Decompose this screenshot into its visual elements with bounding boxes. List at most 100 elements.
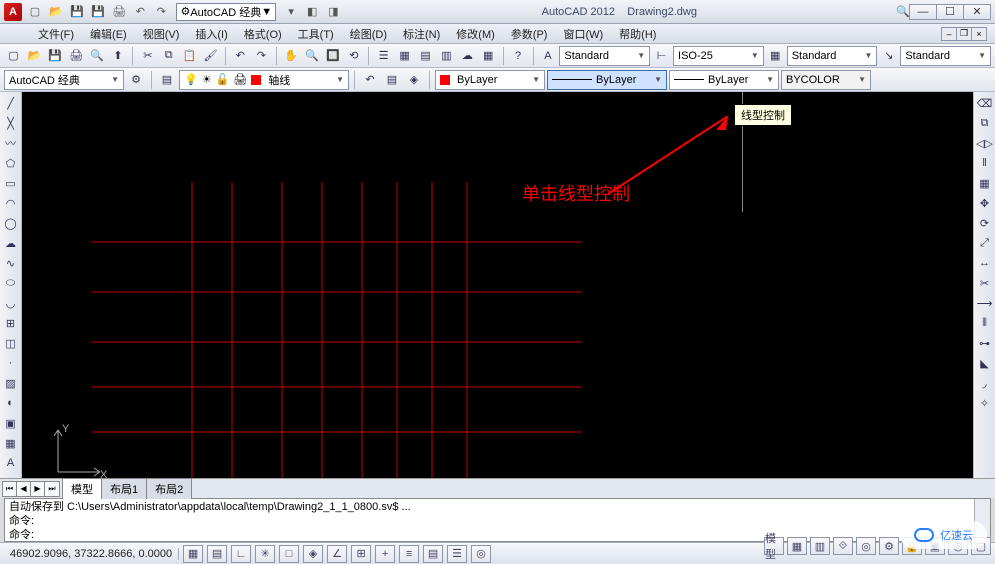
preview-icon[interactable]: 🔍 bbox=[88, 46, 107, 66]
tab-layout2[interactable]: 布局2 bbox=[146, 478, 192, 499]
workspace-settings-icon[interactable]: ⚙ bbox=[126, 70, 146, 90]
pline-icon[interactable]: 〰 bbox=[2, 134, 20, 152]
menu-parametric[interactable]: 参数(P) bbox=[503, 24, 556, 44]
tablestyle-icon[interactable]: ▦ bbox=[766, 46, 785, 66]
maximize-button[interactable]: ☐ bbox=[936, 4, 964, 20]
spline-icon[interactable]: ∿ bbox=[2, 254, 20, 272]
print-icon[interactable]: 🖨 bbox=[111, 4, 127, 20]
revcloud-icon[interactable]: ☁ bbox=[2, 234, 20, 252]
workspace-qat-select[interactable]: ⚙ AutoCAD 经典 ▼ bbox=[176, 3, 276, 21]
mdi-restore-button[interactable]: ❐ bbox=[956, 27, 972, 41]
lineweight-select[interactable]: ByLayer▼ bbox=[669, 70, 779, 90]
mdi-minimize-button[interactable]: – bbox=[941, 27, 957, 41]
pan-icon[interactable]: ✋ bbox=[282, 46, 301, 66]
undo-icon[interactable]: ↶ bbox=[231, 46, 250, 66]
qat-extra2-icon[interactable]: ◨ bbox=[325, 4, 341, 20]
menu-window[interactable]: 窗口(W) bbox=[555, 24, 611, 44]
toolpalette-icon[interactable]: ▤ bbox=[416, 46, 435, 66]
block-icon[interactable]: ◫ bbox=[2, 334, 20, 352]
layer-prev-icon[interactable]: ↶ bbox=[360, 70, 380, 90]
fillet-icon[interactable]: ◞ bbox=[976, 374, 994, 392]
markup-icon[interactable]: ☁ bbox=[458, 46, 477, 66]
menu-file[interactable]: 文件(F) bbox=[30, 24, 82, 44]
grid-button[interactable]: ▤ bbox=[207, 545, 227, 563]
tab-prev-icon[interactable]: ◀ bbox=[17, 482, 31, 496]
tab-next-icon[interactable]: ▶ bbox=[31, 482, 45, 496]
explode-icon[interactable]: ✧ bbox=[976, 394, 994, 412]
layer-manager-icon[interactable]: ▤ bbox=[157, 70, 177, 90]
tpy-button[interactable]: ▤ bbox=[423, 545, 443, 563]
move-icon[interactable]: ✥ bbox=[976, 194, 994, 212]
line-icon[interactable]: ╱ bbox=[2, 94, 20, 112]
copy-obj-icon[interactable]: ⧉ bbox=[976, 114, 994, 132]
xline-icon[interactable]: ╳ bbox=[2, 114, 20, 132]
save-icon[interactable]: 💾 bbox=[69, 4, 85, 20]
redo-icon[interactable]: ↷ bbox=[153, 4, 169, 20]
help-icon[interactable]: ? bbox=[509, 46, 528, 66]
mdi-close-button[interactable]: × bbox=[971, 27, 987, 41]
ducs-button[interactable]: ⊞ bbox=[351, 545, 371, 563]
saveas-icon[interactable]: 💾 bbox=[90, 4, 106, 20]
break-icon[interactable]: ⦀ bbox=[976, 314, 994, 332]
annoscale-button[interactable]: ⟐ bbox=[833, 537, 853, 555]
qview-button[interactable]: ▦ bbox=[787, 537, 807, 555]
hatch-icon[interactable]: ▨ bbox=[2, 374, 20, 392]
layer-state-icon[interactable]: ▤ bbox=[382, 70, 402, 90]
polar-button[interactable]: ✳ bbox=[255, 545, 275, 563]
calc-icon[interactable]: ▦ bbox=[479, 46, 498, 66]
annovis-button[interactable]: ◎ bbox=[856, 537, 876, 555]
zoom-prev-icon[interactable]: ⟲ bbox=[344, 46, 363, 66]
copy-icon[interactable]: ⧉ bbox=[159, 46, 178, 66]
gradient-icon[interactable]: ◐ bbox=[2, 394, 20, 412]
new-icon[interactable]: ▢ bbox=[4, 46, 23, 66]
menu-insert[interactable]: 插入(I) bbox=[187, 24, 235, 44]
mleader-style-select[interactable]: Standard▼ bbox=[900, 46, 991, 66]
rotate-icon[interactable]: ⟳ bbox=[976, 214, 994, 232]
ws-switch-button[interactable]: ⚙ bbox=[879, 537, 899, 555]
stretch-icon[interactable]: ↔ bbox=[976, 254, 994, 272]
region-icon[interactable]: ▣ bbox=[2, 414, 20, 432]
insert-icon[interactable]: ⊞ bbox=[2, 314, 20, 332]
dim-style-select[interactable]: ISO-25▼ bbox=[673, 46, 764, 66]
trim-icon[interactable]: ✂ bbox=[976, 274, 994, 292]
ellipse-icon[interactable]: ⬭ bbox=[2, 274, 20, 292]
menu-modify[interactable]: 修改(M) bbox=[448, 24, 503, 44]
circle-icon[interactable]: ◯ bbox=[2, 214, 20, 232]
close-button[interactable]: ✕ bbox=[963, 4, 991, 20]
scale-icon[interactable]: ⤢ bbox=[976, 234, 994, 252]
sheetset-icon[interactable]: ▥ bbox=[437, 46, 456, 66]
ortho-button[interactable]: ∟ bbox=[231, 545, 251, 563]
array-icon[interactable]: ▦ bbox=[976, 174, 994, 192]
arc-icon[interactable]: ◠ bbox=[2, 194, 20, 212]
dimstyle-icon[interactable]: ⊢ bbox=[652, 46, 671, 66]
paste-icon[interactable]: 📋 bbox=[180, 46, 199, 66]
cut-icon[interactable]: ✂ bbox=[138, 46, 157, 66]
tab-model[interactable]: 模型 bbox=[62, 478, 102, 499]
erase-icon[interactable]: ⌫ bbox=[976, 94, 994, 112]
sc-button[interactable]: ◎ bbox=[471, 545, 491, 563]
lwt-button[interactable]: ≡ bbox=[399, 545, 419, 563]
point-icon[interactable]: · bbox=[2, 354, 20, 372]
print-icon[interactable]: 🖨 bbox=[67, 46, 86, 66]
mleaderstyle-icon[interactable]: ↘ bbox=[879, 46, 898, 66]
chamfer-icon[interactable]: ◣ bbox=[976, 354, 994, 372]
redo-icon[interactable]: ↷ bbox=[252, 46, 271, 66]
undo-icon[interactable]: ↶ bbox=[132, 4, 148, 20]
ellipsearc-icon[interactable]: ◡ bbox=[2, 294, 20, 312]
minimize-button[interactable]: — bbox=[909, 4, 937, 20]
dyn-button[interactable]: + bbox=[375, 545, 395, 563]
workspace-select[interactable]: AutoCAD 经典▼ bbox=[4, 70, 124, 90]
model-button[interactable]: 模型 bbox=[764, 537, 784, 555]
3dosnap-button[interactable]: ◈ bbox=[303, 545, 323, 563]
text-style-select[interactable]: Standard▼ bbox=[559, 46, 650, 66]
menu-draw[interactable]: 绘图(D) bbox=[342, 24, 395, 44]
coordinate-display[interactable]: 46902.9096, 37322.8666, 0.0000 bbox=[4, 548, 179, 560]
osnap-button[interactable]: □ bbox=[279, 545, 299, 563]
tab-last-icon[interactable]: ⏭ bbox=[45, 482, 59, 496]
table-icon[interactable]: ▦ bbox=[2, 434, 20, 452]
save-icon[interactable]: 💾 bbox=[46, 46, 65, 66]
publish-icon[interactable]: ⬆ bbox=[109, 46, 128, 66]
zoom-icon[interactable]: 🔍 bbox=[303, 46, 322, 66]
polygon-icon[interactable]: ⬠ bbox=[2, 154, 20, 172]
rectangle-icon[interactable]: ▭ bbox=[2, 174, 20, 192]
